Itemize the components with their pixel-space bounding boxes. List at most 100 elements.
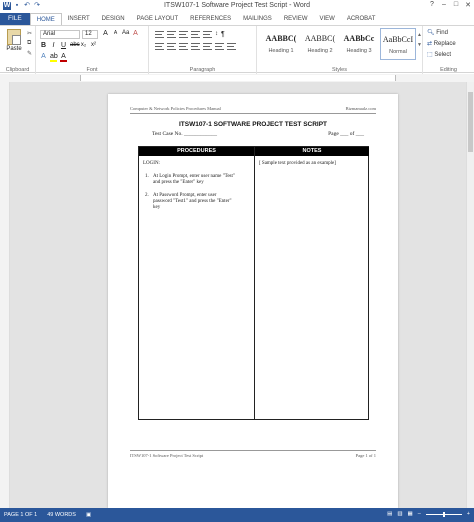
font-color-icon[interactable]: A bbox=[60, 53, 67, 62]
help-button[interactable]: ? bbox=[428, 1, 436, 9]
column-divider bbox=[254, 147, 255, 419]
style-preview: AABBC( bbox=[265, 34, 297, 43]
style-heading-3[interactable]: AABbCc Heading 3 bbox=[341, 28, 377, 60]
style-heading-1[interactable]: AABBC( Heading 1 bbox=[263, 28, 299, 60]
select-button[interactable]: ⬚ Select bbox=[427, 51, 451, 58]
status-bar: PAGE 1 OF 1 49 WORDS ▣ ▤ ▥ ▦ – + bbox=[0, 508, 474, 522]
grow-font-icon[interactable]: A bbox=[102, 30, 109, 37]
zoom-in-button[interactable]: + bbox=[467, 511, 470, 517]
text-effects-icon[interactable]: A bbox=[40, 53, 47, 62]
header-left: Computer & Network Policies Procedures M… bbox=[130, 106, 221, 111]
italic-icon[interactable]: I bbox=[50, 42, 57, 49]
numbering-icon[interactable] bbox=[167, 31, 176, 38]
style-name: Heading 1 bbox=[268, 48, 294, 54]
styles-group: AABBC( Heading 1 AABBC( Heading 2 AABbCc… bbox=[257, 26, 423, 74]
decrease-indent-icon[interactable] bbox=[191, 31, 200, 38]
find-button[interactable]: 🔍︎ Find bbox=[427, 29, 448, 36]
align-left-icon[interactable] bbox=[155, 43, 164, 50]
paste-label: Paste bbox=[6, 46, 22, 52]
zoom-slider-thumb[interactable] bbox=[442, 511, 445, 517]
highlight-icon[interactable]: ab bbox=[50, 53, 58, 62]
select-icon: ⬚ bbox=[427, 52, 433, 58]
tab-home[interactable]: HOME bbox=[29, 13, 62, 25]
font-group: Arial 12 A A Aa A B I U abc x₂ x² A ab A… bbox=[36, 26, 149, 74]
find-label: Find bbox=[436, 30, 448, 36]
close-button[interactable]: ✕ bbox=[464, 1, 472, 9]
superscript-icon[interactable]: x² bbox=[90, 42, 97, 49]
tab-review[interactable]: REVIEW bbox=[278, 13, 314, 25]
document-page[interactable]: Computer & Network Policies Procedures M… bbox=[108, 94, 398, 508]
copy-icon[interactable]: ⧉ bbox=[27, 40, 31, 47]
shrink-font-icon[interactable]: A bbox=[112, 30, 119, 37]
bullets-icon[interactable] bbox=[155, 31, 164, 38]
tab-references[interactable]: REFERENCES bbox=[184, 13, 237, 25]
cut-icon[interactable]: ✂ bbox=[27, 30, 32, 37]
align-center-icon[interactable] bbox=[167, 43, 176, 50]
scrollbar-thumb[interactable] bbox=[468, 92, 473, 152]
style-preview: AABbCc bbox=[343, 34, 375, 43]
increase-indent-icon[interactable] bbox=[203, 31, 212, 38]
multilevel-list-icon[interactable] bbox=[179, 31, 188, 38]
test-case-number: Test Case No. ____________ bbox=[152, 131, 217, 137]
ribbon: Paste ✂ ⧉ ✎ Clipboard Arial 12 A A Aa A … bbox=[0, 25, 474, 74]
sort-icon[interactable]: ↕ bbox=[215, 31, 218, 38]
page-count[interactable]: PAGE 1 OF 1 bbox=[4, 512, 37, 518]
bold-icon[interactable]: B bbox=[40, 42, 47, 49]
strikethrough-icon[interactable]: abc bbox=[70, 42, 80, 49]
notes-header: NOTES bbox=[255, 147, 369, 156]
styles-more-icon[interactable]: ▼ bbox=[417, 42, 422, 48]
underline-icon[interactable]: U bbox=[60, 42, 67, 49]
style-preview: AABBC( bbox=[304, 34, 336, 43]
editing-group: 🔍︎ Find ⇄ Replace ⬚ Select Editing bbox=[423, 26, 474, 74]
footer-rule bbox=[130, 450, 376, 451]
tab-page-layout[interactable]: PAGE LAYOUT bbox=[131, 13, 184, 25]
style-normal[interactable]: AaBbCcI Normal bbox=[380, 28, 416, 60]
step-text: At Password Prompt, enter user password … bbox=[153, 193, 232, 211]
zoom-out-button[interactable]: – bbox=[418, 511, 421, 517]
select-label: Select bbox=[434, 52, 452, 58]
paragraph-group: ↕ ¶ Paragraph bbox=[149, 26, 257, 74]
tab-mailings[interactable]: MAILINGS bbox=[237, 13, 278, 25]
format-painter-icon[interactable]: ✎ bbox=[27, 50, 32, 57]
paste-button[interactable]: Paste bbox=[3, 29, 25, 52]
justify-icon[interactable] bbox=[191, 43, 200, 50]
web-layout-icon[interactable]: ▦ bbox=[408, 511, 413, 517]
tab-design[interactable]: DESIGN bbox=[96, 13, 131, 25]
show-marks-icon[interactable]: ¶ bbox=[221, 31, 225, 38]
vertical-scrollbar[interactable] bbox=[466, 82, 474, 508]
print-layout-icon[interactable]: ▥ bbox=[397, 511, 402, 517]
align-right-icon[interactable] bbox=[179, 43, 188, 50]
page-of-field: Page ___ of ___ bbox=[328, 131, 364, 137]
step-number: 2. bbox=[145, 193, 149, 198]
tab-view[interactable]: VIEW bbox=[314, 13, 341, 25]
search-icon: 🔍︎ bbox=[427, 30, 435, 36]
minimize-button[interactable]: – bbox=[440, 1, 448, 9]
tab-insert[interactable]: INSERT bbox=[62, 13, 96, 25]
tab-file[interactable]: FILE bbox=[0, 13, 30, 25]
font-size-select[interactable]: 12 bbox=[82, 30, 98, 39]
footer-left: ITSW107-1 Software Project Test Script bbox=[130, 453, 204, 458]
paragraph-label: Paragraph bbox=[189, 67, 216, 73]
read-mode-icon[interactable]: ▤ bbox=[387, 511, 392, 517]
change-case-icon[interactable]: Aa bbox=[122, 30, 129, 37]
tab-acrobat[interactable]: ACROBAT bbox=[341, 13, 382, 25]
maximize-button[interactable]: □ bbox=[452, 1, 460, 9]
zoom-slider[interactable] bbox=[425, 511, 462, 517]
styles-scroll-icon[interactable]: ▲ bbox=[417, 32, 422, 38]
subscript-icon[interactable]: x₂ bbox=[80, 42, 87, 49]
replace-button[interactable]: ⇄ Replace bbox=[427, 40, 456, 47]
procedures-header: PROCEDURES bbox=[139, 147, 254, 156]
proofing-icon[interactable]: ▣ bbox=[86, 512, 91, 518]
style-heading-2[interactable]: AABBC( Heading 2 bbox=[302, 28, 338, 60]
clipboard-label: Clipboard bbox=[5, 67, 30, 73]
clear-format-icon[interactable]: A bbox=[132, 30, 139, 37]
editing-label: Editing bbox=[440, 67, 457, 73]
word-count[interactable]: 49 WORDS bbox=[47, 512, 76, 518]
shading-icon[interactable] bbox=[215, 43, 224, 50]
line-spacing-icon[interactable] bbox=[203, 43, 212, 50]
borders-icon[interactable] bbox=[227, 43, 236, 50]
font-color-row: A ab A bbox=[40, 53, 67, 62]
login-label: LOGIN: bbox=[143, 161, 160, 166]
font-name-select[interactable]: Arial bbox=[40, 30, 80, 39]
replace-label: Replace bbox=[433, 41, 456, 47]
